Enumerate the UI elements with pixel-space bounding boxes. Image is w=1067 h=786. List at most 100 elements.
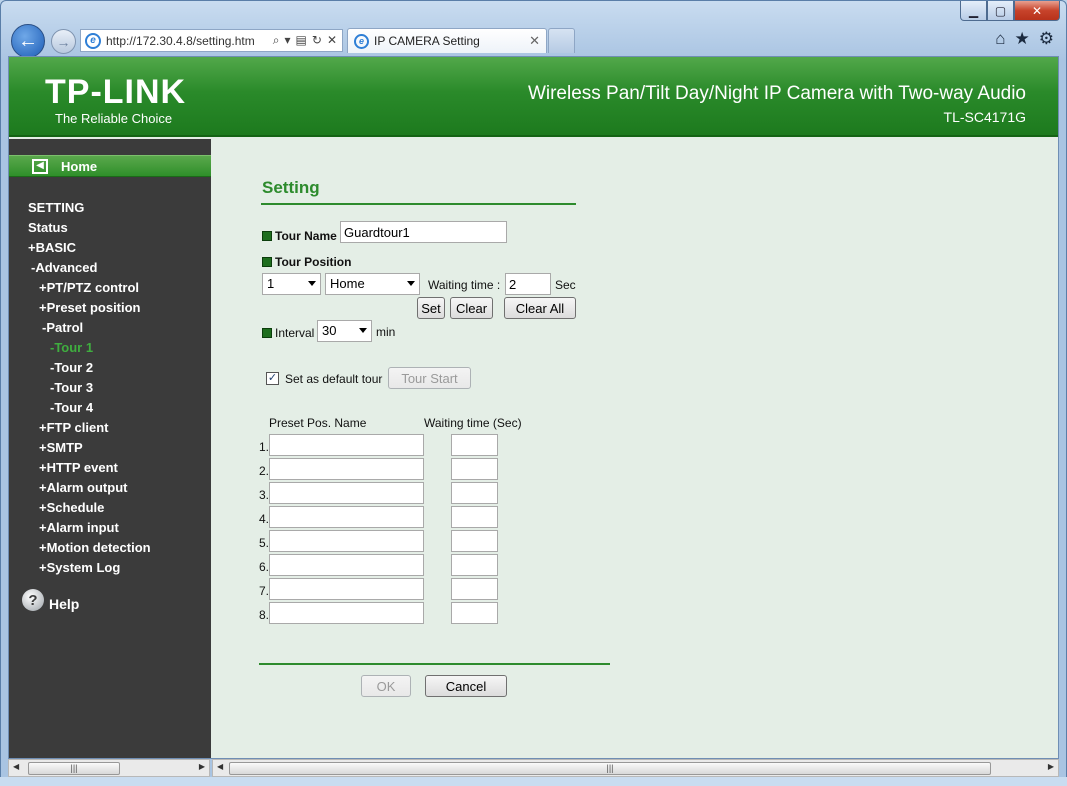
help-label: Help (49, 596, 80, 612)
scroll-left-icon[interactable]: ◀ (13, 762, 19, 771)
preset-name-input[interactable] (269, 458, 424, 480)
ok-button[interactable]: OK (361, 675, 411, 697)
waiting-time-label: Waiting time : (428, 278, 501, 292)
home-label: Home (61, 158, 98, 174)
address-bar[interactable]: e http://172.30.4.8/setting.htm ⌕ ▾ ▤ ↻ … (80, 29, 343, 52)
scroll-right-icon[interactable]: ▶ (1048, 762, 1054, 771)
back-arrow-icon[interactable]: ← (11, 24, 45, 58)
window-controls: ▁ ▢ ✕ (960, 1, 1060, 21)
product-title: Wireless Pan/Tilt Day/Night IP Camera wi… (527, 83, 1026, 104)
sidebar-item-preset-position[interactable]: +Preset position (9, 298, 211, 318)
sidebar-item-status[interactable]: Status (9, 218, 211, 238)
tour-start-button[interactable]: Tour Start (388, 367, 471, 389)
waiting-time-row-input[interactable] (451, 434, 498, 456)
bullet-square-icon (262, 231, 272, 241)
new-tab-button[interactable] (548, 28, 575, 53)
sidebar-horizontal-scrollbar[interactable]: ◀ ||| ▶ (8, 759, 210, 777)
sidebar-home[interactable]: ◀ Home (9, 155, 211, 177)
preset-name-input[interactable] (269, 482, 424, 504)
sidebar-item-alarm-output[interactable]: +Alarm output (9, 478, 211, 498)
page-viewport: TP-LINK The Reliable Choice Wireless Pan… (8, 56, 1059, 759)
scrollbar-thumb[interactable]: ||| (229, 762, 991, 775)
waiting-time-row-input[interactable] (451, 506, 498, 528)
waiting-time-row-input[interactable] (451, 602, 498, 624)
chevron-down-icon (308, 281, 316, 286)
sidebar-item-patrol[interactable]: -Patrol (9, 318, 211, 338)
page-title: Setting (262, 178, 320, 197)
preset-name-input[interactable] (269, 554, 424, 576)
interval-select[interactable]: 30 (317, 320, 372, 342)
sidebar-item-motion-detection[interactable]: +Motion detection (9, 538, 211, 558)
sidebar-item-basic[interactable]: +BASIC (9, 238, 211, 258)
preset-name-input[interactable] (269, 434, 424, 456)
sidebar-item-smtp[interactable]: +SMTP (9, 438, 211, 458)
address-url[interactable]: http://172.30.4.8/setting.htm (106, 34, 273, 48)
row-number: 4. (258, 512, 269, 526)
tab-close-icon[interactable]: ✕ (529, 33, 546, 49)
waiting-time-row-input[interactable] (451, 554, 498, 576)
sidebar-item-alarm-input[interactable]: +Alarm input (9, 518, 211, 538)
bottom-divider (259, 663, 610, 665)
dropdown-icon[interactable]: ▾ (285, 33, 291, 48)
preset-name-input[interactable] (269, 578, 424, 600)
sidebar-item-pt-ptz-control[interactable]: +PT/PTZ control (9, 278, 211, 298)
sidebar-item-tour-3[interactable]: -Tour 3 (9, 378, 211, 398)
maximize-icon[interactable]: ▢ (987, 1, 1014, 21)
gear-icon[interactable]: ⚙ (1039, 29, 1054, 49)
clear-all-button[interactable]: Clear All (504, 297, 576, 319)
sidebar-item-setting[interactable]: SETTING (9, 198, 211, 218)
waiting-time-row-input[interactable] (451, 482, 498, 504)
clear-button[interactable]: Clear (450, 297, 493, 319)
bullet-square-icon (262, 257, 272, 267)
cancel-button[interactable]: Cancel (425, 675, 507, 697)
set-button[interactable]: Set (417, 297, 445, 319)
tour-name-label-wrap: Tour Name (262, 228, 337, 243)
sidebar-menu: SETTING Status +BASIC -Advanced +PT/PTZ cont… (9, 198, 211, 578)
content-horizontal-scrollbar[interactable]: ◀ ||| ▶ (212, 759, 1059, 777)
waiting-time-row-input[interactable] (451, 458, 498, 480)
tour-name-input[interactable] (340, 221, 507, 243)
back-home-icon: ◀ (32, 158, 48, 174)
row-number: 1. (258, 440, 269, 454)
chevron-down-icon (407, 281, 415, 286)
search-icon[interactable]: ⌕ (273, 33, 280, 48)
sidebar-item-tour-1[interactable]: -Tour 1 (9, 338, 211, 358)
preset-name-input[interactable] (269, 602, 424, 624)
scroll-right-icon[interactable]: ▶ (199, 762, 205, 771)
sidebar-item-advanced[interactable]: -Advanced (9, 258, 211, 278)
sidebar-item-schedule[interactable]: +Schedule (9, 498, 211, 518)
sidebar-item-http-event[interactable]: +HTTP event (9, 458, 211, 478)
minimize-icon[interactable]: ▁ (960, 1, 987, 21)
main-content: Setting Tour Name Tour Position 1 Home W… (211, 139, 1058, 758)
product-model: TL-SC4171G (943, 109, 1026, 125)
refresh-icon[interactable]: ↻ (312, 33, 322, 48)
stop-icon[interactable]: ✕ (327, 33, 337, 48)
waiting-time-row-input[interactable] (451, 530, 498, 552)
favorites-icon[interactable]: ★ (1015, 29, 1030, 49)
compat-view-icon[interactable]: ▤ (296, 33, 307, 48)
scrollbar-thumb[interactable]: ||| (28, 762, 120, 775)
tour-name-label: Tour Name (275, 229, 337, 243)
sidebar-item-system-log[interactable]: +System Log (9, 558, 211, 578)
col-waiting-time-header: Waiting time (Sec) (424, 416, 522, 430)
preset-name-input[interactable] (269, 506, 424, 528)
brand-tagline: The Reliable Choice (55, 111, 173, 126)
sidebar-item-ftp-client[interactable]: +FTP client (9, 418, 211, 438)
tab-ip-camera-setting[interactable]: e IP CAMERA Setting ✕ (347, 28, 547, 53)
sidebar-item-tour-4[interactable]: -Tour 4 (9, 398, 211, 418)
help-link[interactable]: ? Help (22, 589, 80, 612)
position-number-select[interactable]: 1 (262, 273, 321, 295)
waiting-time-row-input[interactable] (451, 578, 498, 600)
window-bottom-border (0, 777, 1067, 786)
home-icon[interactable]: ⌂ (995, 29, 1005, 49)
preset-select[interactable]: Home (325, 273, 420, 295)
preset-name-input[interactable] (269, 530, 424, 552)
close-icon[interactable]: ✕ (1014, 1, 1060, 21)
interval-label-wrap: Interval (262, 325, 314, 340)
default-tour-checkbox[interactable]: ✓ (266, 372, 279, 385)
address-tools: ⌕ ▾ ▤ ↻ ✕ (273, 33, 342, 48)
sidebar-item-tour-2[interactable]: -Tour 2 (9, 358, 211, 378)
forward-arrow-icon[interactable]: → (51, 29, 76, 54)
waiting-time-input[interactable] (505, 273, 551, 295)
scroll-left-icon[interactable]: ◀ (217, 762, 223, 771)
